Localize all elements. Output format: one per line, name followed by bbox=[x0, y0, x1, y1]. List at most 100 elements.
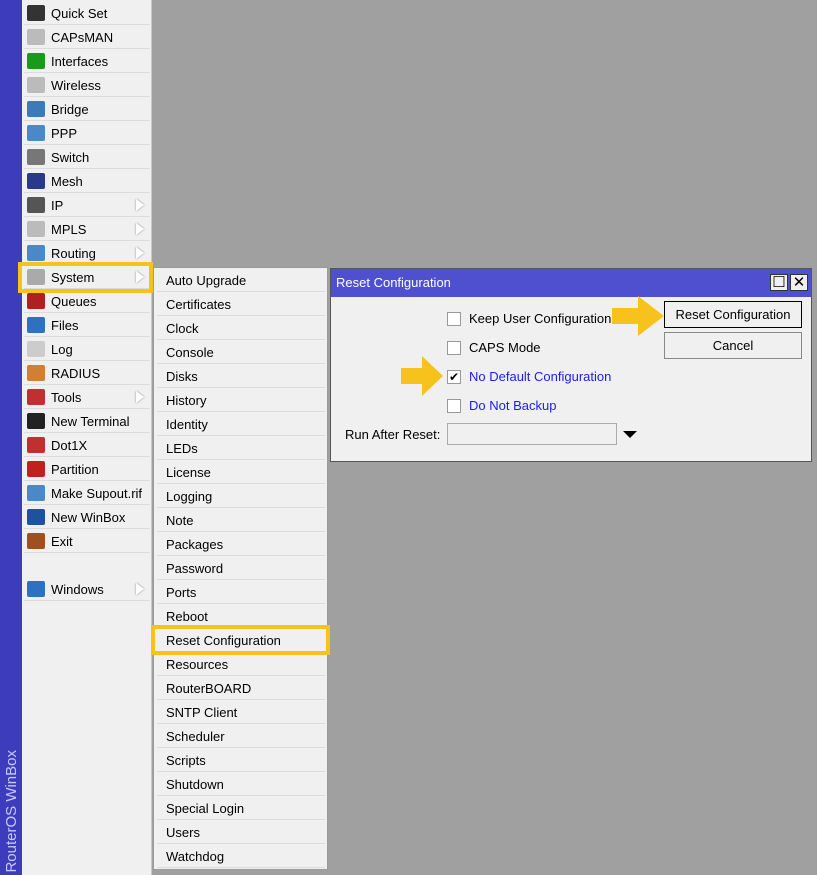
submenu-item-watchdog[interactable]: Watchdog bbox=[157, 845, 325, 868]
menu-item-make-supout-rif[interactable]: Make Supout.rif bbox=[24, 482, 150, 505]
checkbox-box[interactable] bbox=[447, 398, 461, 413]
maximize-button[interactable]: ☐ bbox=[770, 274, 788, 291]
terminal-icon bbox=[27, 413, 45, 429]
system-submenu: Auto Upgrade Certificates Clock Console Disk… bbox=[153, 267, 328, 870]
submenu-item-sntp-client[interactable]: SNTP Client bbox=[157, 701, 325, 724]
menu-item-label: Queues bbox=[51, 293, 97, 309]
submenu-item-leds[interactable]: LEDs bbox=[157, 437, 325, 460]
exit-icon bbox=[27, 533, 45, 549]
checkbox-box[interactable] bbox=[447, 311, 461, 326]
checkbox-box[interactable] bbox=[447, 340, 461, 355]
menu-item-label: New WinBox bbox=[51, 509, 126, 525]
submenu-item-special-login[interactable]: Special Login bbox=[157, 797, 325, 820]
submenu-item-routerboard[interactable]: RouterBOARD bbox=[157, 677, 325, 700]
log-icon bbox=[27, 341, 45, 357]
bridge-icon bbox=[27, 101, 45, 117]
dialog-titlebar[interactable]: Reset Configuration bbox=[331, 269, 811, 297]
menu-item-label: IP bbox=[51, 197, 64, 213]
submenu-item-users[interactable]: Users bbox=[157, 821, 325, 844]
submenu-item-logging[interactable]: Logging bbox=[157, 485, 325, 508]
menu-item-label: Wireless bbox=[51, 77, 101, 93]
menu-item-label: RADIUS bbox=[51, 365, 101, 381]
menu-item-dot1x[interactable]: Dot1X bbox=[24, 434, 150, 457]
checkbox-label: Keep User Configuration bbox=[469, 311, 612, 326]
submenu-arrow-icon bbox=[136, 199, 144, 211]
menu-item-label: Files bbox=[51, 317, 79, 333]
cancel-button[interactable]: Cancel bbox=[664, 332, 802, 359]
close-button[interactable]: ✕ bbox=[790, 274, 808, 291]
submenu-item-ports[interactable]: Ports bbox=[157, 581, 325, 604]
menu-item-log[interactable]: Log bbox=[24, 338, 150, 361]
ip-icon bbox=[27, 197, 45, 213]
menu-item-exit[interactable]: Exit bbox=[24, 530, 150, 553]
keep-user-config-checkbox[interactable]: Keep User Configuration bbox=[447, 311, 611, 326]
menu-item-label: Interfaces bbox=[51, 53, 109, 69]
run-after-reset-label: Run After Reset: bbox=[345, 427, 441, 442]
no-default-config-checkbox[interactable]: ✔ No Default Configuration bbox=[447, 369, 611, 384]
menu-item-new-terminal[interactable]: New Terminal bbox=[24, 410, 150, 433]
dropdown-arrow-icon[interactable] bbox=[623, 431, 637, 438]
submenu-item-license[interactable]: License bbox=[157, 461, 325, 484]
submenu-item-console[interactable]: Console bbox=[157, 341, 325, 364]
menu-item-wireless[interactable]: Wireless bbox=[24, 74, 150, 97]
menu-item-label: Make Supout.rif bbox=[51, 485, 143, 501]
antenna-icon bbox=[27, 29, 45, 45]
submenu-item-scheduler[interactable]: Scheduler bbox=[157, 725, 325, 748]
checkbox-label: CAPS Mode bbox=[469, 340, 541, 355]
menu-item-label: Mesh bbox=[51, 173, 83, 189]
menu-item-mpls[interactable]: MPLS bbox=[24, 218, 150, 241]
mesh-icon bbox=[27, 173, 45, 189]
submenu-arrow-icon bbox=[136, 391, 144, 403]
submenu-arrow-icon bbox=[136, 247, 144, 259]
menu-item-label: CAPsMAN bbox=[51, 29, 114, 45]
ppp-icon bbox=[27, 125, 45, 141]
menu-item-partition[interactable]: Partition bbox=[24, 458, 150, 481]
submenu-item-history[interactable]: History bbox=[157, 389, 325, 412]
run-after-reset-input[interactable] bbox=[447, 423, 617, 445]
winbox-side-strip: RouterOS WinBox bbox=[0, 0, 22, 875]
supout-icon bbox=[27, 485, 45, 501]
submenu-item-resources[interactable]: Resources bbox=[157, 653, 325, 676]
menu-item-files[interactable]: Files bbox=[24, 314, 150, 337]
reset-configuration-button[interactable]: Reset Configuration bbox=[664, 301, 802, 328]
menu-item-ip[interactable]: IP bbox=[24, 194, 150, 217]
do-not-backup-checkbox[interactable]: Do Not Backup bbox=[447, 398, 556, 413]
menu-item-queues[interactable]: Queues bbox=[24, 290, 150, 313]
menu-item-bridge[interactable]: Bridge bbox=[24, 98, 150, 121]
menu-item-label: Dot1X bbox=[51, 437, 88, 453]
pointer-arrow-icon bbox=[401, 356, 443, 396]
menu-item-label: Bridge bbox=[51, 101, 89, 117]
menu-item-label: MPLS bbox=[51, 221, 87, 237]
menu-item-capsman[interactable]: CAPsMAN bbox=[24, 26, 150, 49]
submenu-item-auto-upgrade[interactable]: Auto Upgrade bbox=[157, 269, 325, 292]
windows-icon bbox=[27, 581, 45, 597]
menu-item-radius[interactable]: RADIUS bbox=[24, 362, 150, 385]
submenu-item-note[interactable]: Note bbox=[157, 509, 325, 532]
switch-icon bbox=[27, 149, 45, 165]
menu-item-switch[interactable]: Switch bbox=[24, 146, 150, 169]
menu-item-quick-set[interactable]: Quick Set bbox=[24, 2, 150, 25]
submenu-item-packages[interactable]: Packages bbox=[157, 533, 325, 556]
reset-config-highlight bbox=[151, 625, 330, 655]
winbox-icon bbox=[27, 509, 45, 525]
mpls-icon bbox=[27, 221, 45, 237]
menu-item-ppp[interactable]: PPP bbox=[24, 122, 150, 145]
dot1x-icon bbox=[27, 437, 45, 453]
menu-item-label: Quick Set bbox=[51, 5, 108, 21]
menu-item-new-winbox[interactable]: New WinBox bbox=[24, 506, 150, 529]
queues-icon bbox=[27, 293, 45, 309]
menu-item-tools[interactable]: Tools bbox=[24, 386, 150, 409]
submenu-item-certificates[interactable]: Certificates bbox=[157, 293, 325, 316]
caps-mode-checkbox[interactable]: CAPS Mode bbox=[447, 340, 541, 355]
submenu-item-shutdown[interactable]: Shutdown bbox=[157, 773, 325, 796]
menu-item-mesh[interactable]: Mesh bbox=[24, 170, 150, 193]
menu-item-interfaces[interactable]: Interfaces bbox=[24, 50, 150, 73]
submenu-item-password[interactable]: Password bbox=[157, 557, 325, 580]
menu-item-windows[interactable]: Windows bbox=[24, 578, 150, 601]
check-icon[interactable]: ✔ bbox=[447, 369, 461, 384]
wand-icon bbox=[27, 5, 45, 21]
submenu-item-clock[interactable]: Clock bbox=[157, 317, 325, 340]
submenu-item-disks[interactable]: Disks bbox=[157, 365, 325, 388]
submenu-item-identity[interactable]: Identity bbox=[157, 413, 325, 436]
submenu-item-scripts[interactable]: Scripts bbox=[157, 749, 325, 772]
